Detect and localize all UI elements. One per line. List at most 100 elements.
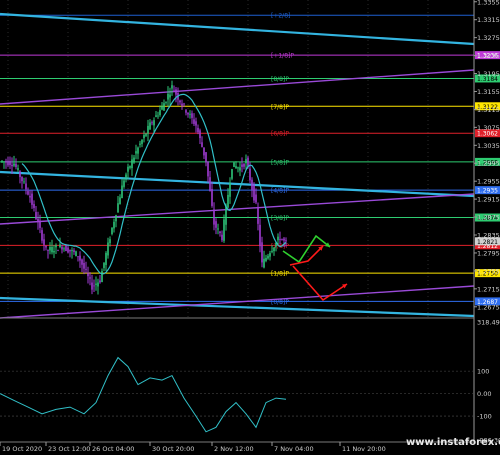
candle-body [201,142,203,147]
candle-body [65,245,67,252]
level-label: [7/8]P [271,104,289,111]
candle-body [5,160,7,163]
murray-levels: [+2/8][+1/8]P 1.3236[8/8]P 1.3184[7/8]P 1.3… [0,13,500,306]
candle-body [243,164,245,167]
candle-body [59,244,61,248]
candle-body [153,120,155,126]
candle-body [265,257,267,262]
candle-body [245,159,247,164]
candle-body [217,228,219,230]
candle-body [87,273,89,277]
candle-body [147,125,149,134]
candle-body [123,180,125,187]
price-tick-label: 1.2955 [477,178,500,186]
candle-body [33,204,35,208]
candle-body [193,119,195,124]
candle-body [143,134,145,139]
candle-body [77,256,79,258]
candle-body [179,100,181,103]
candle-body [157,115,159,117]
grid [7,0,429,318]
candle-body [17,168,19,170]
osc-tick-label: 318.4908 [477,318,500,326]
candle-body [145,133,147,136]
current-price-tag-text: 1.2821 [477,239,498,246]
candle-body [107,242,109,256]
candle-body [21,176,23,182]
candle-body [165,101,167,103]
candle-body [171,85,173,89]
candle-body [1,160,3,162]
price-chart: [+2/8][+1/8]P 1.3236[8/8]P 1.3184[7/8]P 1.3… [0,0,500,453]
candle-body [35,212,37,219]
trend-line [0,170,475,198]
candle-body [47,250,49,251]
candle-body [95,283,97,285]
candle-body [237,167,239,169]
price-tick-label: 1.3275 [477,34,500,42]
candle-body [163,103,165,111]
candle-body [149,122,151,130]
candle-body [7,160,9,166]
candle-body [141,140,143,144]
candle-body [273,247,275,252]
candle-body [85,268,87,270]
candle-body [127,166,129,172]
level-label: [+1/8]P [271,53,294,60]
level-label: [5/8]P [271,159,289,166]
candle-body [255,194,257,203]
level-label: [4/8]P [271,188,289,195]
price-tick-label: 1.2795 [477,249,500,257]
candle-body [75,251,77,256]
candle-body [185,110,187,113]
candle-body [175,89,177,95]
candle-body [45,245,47,248]
price-tick-label: 1.3315 [477,16,500,24]
time-tick-label: 19 Oct 2020 [2,445,42,453]
candle-body [221,234,223,241]
candle-body [105,252,107,265]
candle-body [161,106,163,110]
price-tick-label: 1.3075 [477,124,500,132]
candle-body [101,271,103,283]
candle-body [261,242,263,263]
candle-body [203,147,205,156]
candle-body [31,193,33,205]
time-tick-label: 2 Nov 12:00 [214,445,254,453]
candle-body [103,262,105,268]
osc-tick-label: 0.00 [477,390,491,398]
candle-body [151,122,153,124]
candle-body [167,93,169,100]
candle-body [129,166,131,168]
candle-body [233,162,235,167]
level-label: [6/8]P [271,131,289,138]
price-tick-label: 1.2915 [477,196,500,204]
candle-body [209,177,211,191]
candle-body [133,157,135,163]
candle-body [81,259,83,265]
price-tick-label: 1.2755 [477,267,500,275]
candle-body [61,246,63,250]
candle-body [119,197,121,205]
candle-body [3,161,5,163]
candle-body [63,248,65,250]
trend-line [0,193,475,225]
candle-body [9,161,11,166]
candle-body [43,239,45,245]
candle-body [79,255,81,261]
candle-body [83,263,85,269]
candle-body [23,181,25,183]
level-label: [+2/8] [271,13,290,20]
price-tick-label: 1.3235 [477,52,500,60]
oscillator-line [0,356,287,433]
trend-line [0,69,475,105]
candle-body [57,250,59,252]
level-label: [1/8]P [271,271,289,278]
candle-body [93,285,95,287]
candle-body [137,147,139,154]
candle-body [253,184,255,201]
candle-body [239,167,241,171]
candle-body [229,183,231,197]
candles [1,80,287,295]
level-label: [3/8]P [271,215,289,222]
